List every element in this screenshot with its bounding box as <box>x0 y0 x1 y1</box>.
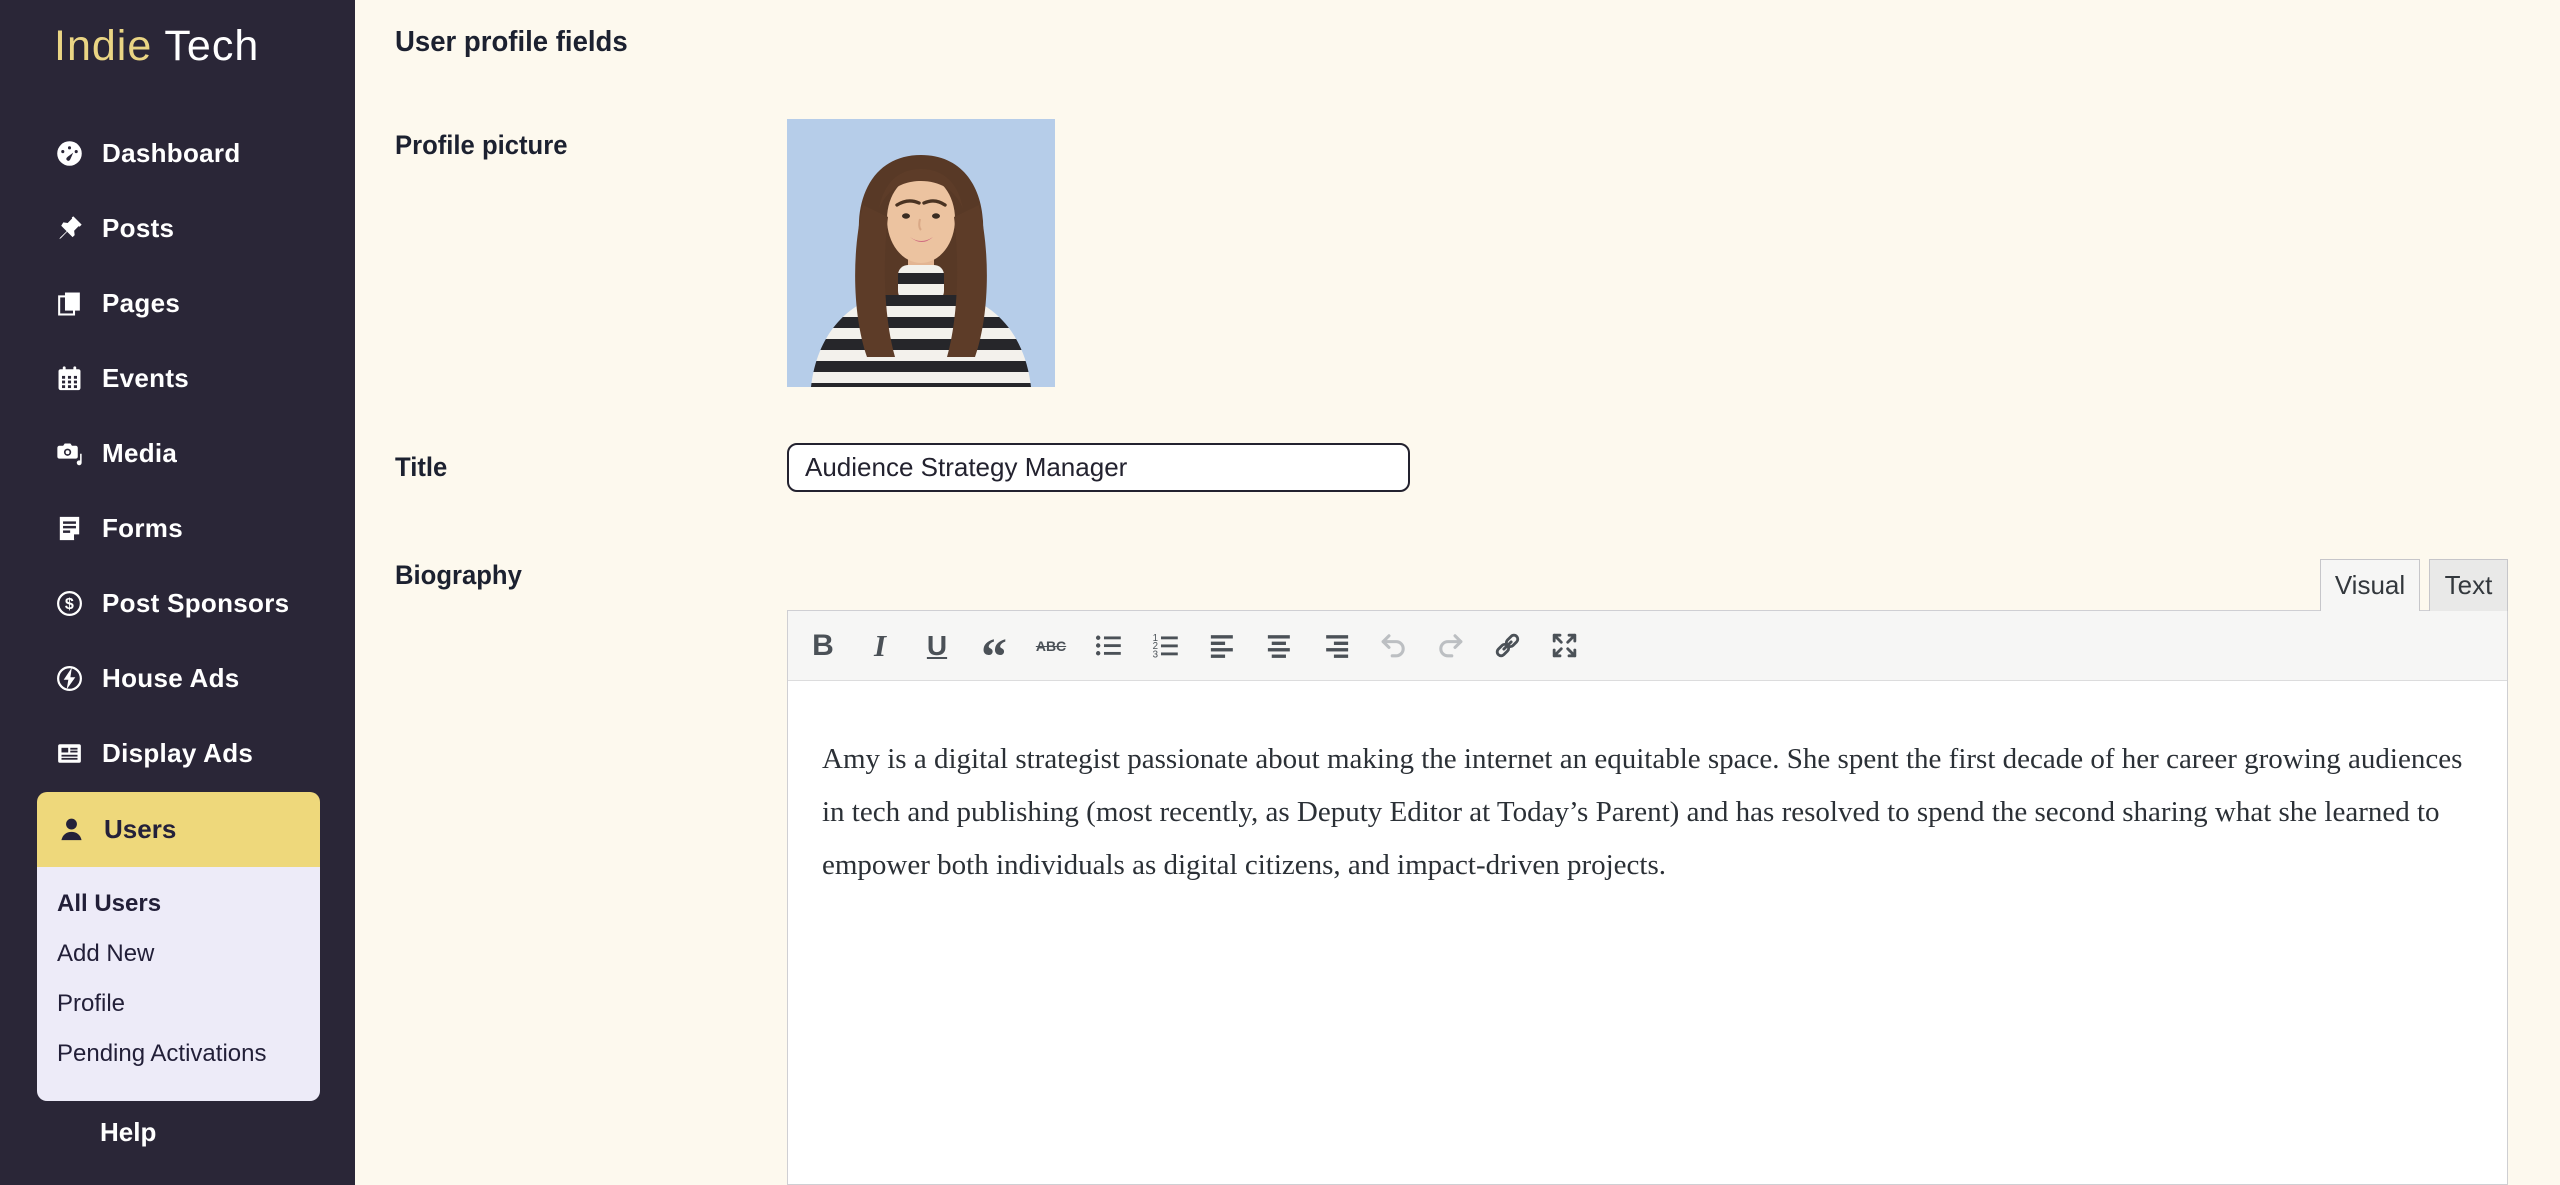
biography-text: Amy is a digital strategist passionate a… <box>822 733 2473 891</box>
editor-toolbar: B I U “ ABC 123 <box>788 611 2507 681</box>
sidebar-item-label: Media <box>102 438 177 469</box>
numbered-list-icon: 123 <box>1150 630 1181 661</box>
undo-icon <box>1378 630 1409 661</box>
align-right-icon <box>1321 630 1352 661</box>
sidebar-item-label: Users <box>104 814 176 845</box>
submenu-item-pending-activations[interactable]: Pending Activations <box>37 1029 320 1079</box>
strikethrough-icon: ABC <box>1036 638 1066 654</box>
sidebar-nav: Dashboard Posts Pages Events Media Forms <box>0 116 355 791</box>
undo-button[interactable] <box>1371 624 1415 668</box>
blockquote-button[interactable]: “ <box>972 624 1016 668</box>
sidebar-item-label: Forms <box>102 513 183 544</box>
sidebar-item-events[interactable]: Events <box>0 341 355 416</box>
sidebar-users-section: Users All Users Add New Profile Pending … <box>37 792 320 1101</box>
bulleted-list-icon <box>1093 630 1124 661</box>
profile-photo-illustration <box>787 119 1055 387</box>
sidebar: Indie Tech Dashboard Posts Pages Events <box>0 0 355 1185</box>
tab-visual[interactable]: Visual <box>2320 559 2420 611</box>
pushpin-icon <box>54 213 85 244</box>
title-label: Title <box>395 452 447 483</box>
blockquote-icon: “ <box>981 651 1007 665</box>
align-center-icon <box>1264 630 1295 661</box>
svg-text:3: 3 <box>1152 650 1157 661</box>
fullscreen-button[interactable] <box>1542 624 1586 668</box>
sidebar-item-label: Posts <box>102 213 174 244</box>
app-logo[interactable]: Indie Tech <box>54 22 259 71</box>
numbered-list-button[interactable]: 123 <box>1143 624 1187 668</box>
bold-icon: B <box>812 629 834 663</box>
italic-button[interactable]: I <box>858 624 902 668</box>
submenu-item-add-new[interactable]: Add New <box>37 929 320 979</box>
submenu-item-profile[interactable]: Profile <box>37 979 320 1029</box>
underline-button[interactable]: U <box>915 624 959 668</box>
sidebar-item-label: Display Ads <box>102 738 253 769</box>
main-content: User profile fields Profile picture <box>355 0 2560 1185</box>
fullscreen-icon <box>1549 630 1580 661</box>
user-icon <box>56 814 87 845</box>
align-center-button[interactable] <box>1257 624 1301 668</box>
users-submenu: All Users Add New Profile Pending Activa… <box>37 867 320 1101</box>
sidebar-item-pages[interactable]: Pages <box>0 266 355 341</box>
align-left-button[interactable] <box>1200 624 1244 668</box>
sidebar-item-label: Dashboard <box>102 138 241 169</box>
underline-icon: U <box>927 630 947 662</box>
biography-label: Biography <box>395 560 522 591</box>
align-right-button[interactable] <box>1314 624 1358 668</box>
sidebar-item-house-ads[interactable]: House Ads <box>0 641 355 716</box>
display-grid-icon <box>54 738 85 769</box>
editor-box: B I U “ ABC 123 Amy is a digital strategist p… <box>787 610 2508 1185</box>
sidebar-item-users[interactable]: Users <box>37 792 320 867</box>
calendar-icon <box>54 363 85 394</box>
sidebar-item-post-sponsors[interactable]: $ Post Sponsors <box>0 566 355 641</box>
dashboard-gauge-icon <box>54 138 85 169</box>
tab-text[interactable]: Text <box>2429 559 2508 611</box>
profile-picture-label: Profile picture <box>395 130 567 161</box>
profile-photo <box>787 119 1055 387</box>
strikethrough-button[interactable]: ABC <box>1029 624 1073 668</box>
editor-content-area[interactable]: Amy is a digital strategist passionate a… <box>788 733 2507 1185</box>
submenu-item-all-users[interactable]: All Users <box>37 879 320 929</box>
link-button[interactable] <box>1485 624 1529 668</box>
link-icon <box>1492 630 1523 661</box>
dollar-circle-icon: $ <box>54 588 85 619</box>
logo-text-indie: Indie <box>54 22 152 70</box>
bulleted-list-button[interactable] <box>1086 624 1130 668</box>
bold-button[interactable]: B <box>801 624 845 668</box>
sidebar-item-label: Post Sponsors <box>102 588 289 619</box>
redo-icon <box>1435 630 1466 661</box>
sidebar-item-help[interactable]: Help <box>100 1112 156 1152</box>
italic-icon: I <box>874 628 886 664</box>
logo-text-tech: Tech <box>164 22 259 70</box>
svg-text:$: $ <box>65 595 74 613</box>
form-document-icon <box>54 513 85 544</box>
sidebar-item-forms[interactable]: Forms <box>0 491 355 566</box>
redo-button[interactable] <box>1428 624 1472 668</box>
page: Indie Tech Dashboard Posts Pages Events <box>0 0 2560 1185</box>
camera-media-icon <box>54 438 85 469</box>
align-left-icon <box>1207 630 1238 661</box>
sidebar-item-label: Events <box>102 363 189 394</box>
sidebar-item-label: Pages <box>102 288 180 319</box>
sidebar-item-display-ads[interactable]: Display Ads <box>0 716 355 791</box>
lightning-circle-icon <box>54 663 85 694</box>
sidebar-item-dashboard[interactable]: Dashboard <box>0 116 355 191</box>
biography-editor: Visual Text B I U “ ABC 123 Amy is a digital … <box>787 559 2508 1185</box>
page-title: User profile fields <box>395 26 628 59</box>
pages-icon <box>54 288 85 319</box>
sidebar-item-posts[interactable]: Posts <box>0 191 355 266</box>
sidebar-item-label: House Ads <box>102 663 240 694</box>
sidebar-item-media[interactable]: Media <box>0 416 355 491</box>
title-input[interactable] <box>787 443 1410 492</box>
